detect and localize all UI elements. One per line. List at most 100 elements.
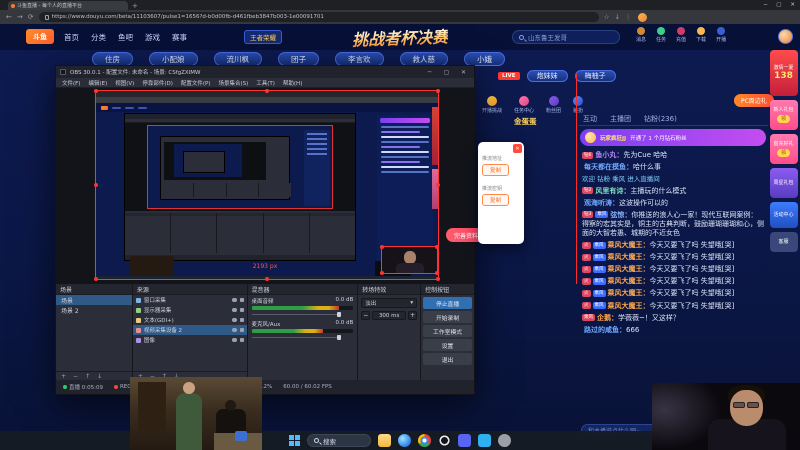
- scenes-toolbar-button[interactable]: ↓: [97, 373, 102, 380]
- promo-card[interactable]: 客服: [769, 232, 798, 252]
- nav-item[interactable]: 赛事: [172, 32, 187, 43]
- taskbar-app-icon[interactable]: [478, 434, 491, 447]
- scene-row[interactable]: 场景: [56, 295, 132, 305]
- taskbar-search[interactable]: 搜索: [307, 434, 371, 447]
- obs-maximize-button[interactable]: ▢: [440, 69, 453, 76]
- reload-icon[interactable]: ⟳: [28, 13, 34, 21]
- taskbar-app-icon[interactable]: [418, 434, 431, 447]
- nav-item[interactable]: 分类: [91, 32, 106, 43]
- new-tab-button[interactable]: +: [132, 2, 138, 10]
- obs-minimize-button[interactable]: ─: [423, 69, 436, 76]
- claim-button[interactable]: 领: [776, 114, 790, 123]
- anchor-tool[interactable]: 粉丝团: [546, 96, 561, 114]
- volume-slider[interactable]: [251, 334, 354, 340]
- anchor-tool[interactable]: 开播挑战: [482, 96, 502, 114]
- promo-card[interactable]: 新人礼包 领: [769, 100, 798, 130]
- header-action[interactable]: 充值: [676, 27, 686, 43]
- volume-slider[interactable]: [251, 311, 354, 317]
- taskbar-app-icon[interactable]: [438, 434, 451, 447]
- url-box[interactable]: https://www.douyu.com/beta/11103607/puls…: [38, 12, 599, 22]
- popup-close-icon[interactable]: ✕: [513, 144, 522, 153]
- start-button[interactable]: [289, 435, 300, 446]
- nav-item-kog[interactable]: 王者荣耀: [244, 30, 282, 44]
- chat-username[interactable]: 乘风大魔王: [608, 265, 650, 273]
- obs-titlebar[interactable]: OBS 30.0.1 - 配置文件: 未命名 - 场景: CSfgZXlMW ─…: [56, 66, 474, 78]
- obs-menu-item[interactable]: 帮助(H): [283, 79, 302, 87]
- lock-icon[interactable]: [239, 338, 244, 342]
- obs-control-button[interactable]: 工作室模式: [423, 325, 472, 337]
- lock-icon[interactable]: [239, 308, 244, 312]
- source-row[interactable]: 视频采集设备 2: [132, 325, 247, 335]
- browser-tab[interactable]: 斗鱼直播 - 每个人的直播平台: [8, 1, 128, 10]
- nav-item[interactable]: 鱼吧: [118, 32, 133, 43]
- chat-username[interactable]: 乘风大魔王: [608, 289, 650, 297]
- chat-tab[interactable]: 钻粉(236): [644, 114, 677, 124]
- chat-username[interactable]: 每天都在摸鱼: [584, 163, 633, 171]
- chat-username[interactable]: 乘风大魔王: [608, 253, 650, 261]
- taskbar-app-icon[interactable]: [498, 434, 511, 447]
- obs-menu-item[interactable]: 视图(V): [115, 79, 134, 87]
- lock-icon[interactable]: [239, 328, 244, 332]
- obs-control-button[interactable]: 退出: [423, 353, 472, 365]
- source-row[interactable]: 显示器采集: [133, 305, 247, 315]
- scenes-toolbar-button[interactable]: +: [61, 373, 66, 380]
- chat-username[interactable]: 乘风大魔王: [608, 277, 650, 285]
- obs-preview[interactable]: 2193 px: [56, 88, 474, 284]
- nav-item[interactable]: 首页: [64, 32, 79, 43]
- obs-close-button[interactable]: ✕: [457, 69, 470, 76]
- scenes-toolbar-button[interactable]: −: [73, 373, 78, 380]
- visibility-eye-icon[interactable]: [231, 298, 237, 302]
- download-icon[interactable]: ↓: [614, 13, 619, 21]
- promo-card[interactable]: 首充好礼 领: [769, 134, 798, 164]
- room-tag[interactable]: 炮妹妹: [526, 70, 568, 82]
- douyu-logo[interactable]: 斗鱼: [26, 29, 54, 44]
- room-tag[interactable]: 住房: [92, 52, 133, 66]
- back-icon[interactable]: ←: [6, 13, 12, 21]
- chat-username[interactable]: 鱼小丸: [595, 151, 623, 159]
- visibility-eye-icon[interactable]: [231, 308, 237, 312]
- source-row[interactable]: 文本(GDI+): [133, 315, 247, 325]
- obs-menu-item[interactable]: 编辑(E): [88, 79, 107, 87]
- nav-item[interactable]: 游戏: [145, 32, 160, 43]
- chat-username[interactable]: 风里有诗: [595, 187, 630, 195]
- obs-control-button[interactable]: 设置: [423, 339, 472, 351]
- chat-username[interactable]: 弦惊: [610, 211, 631, 219]
- source-row[interactable]: 图像: [133, 335, 247, 345]
- browser-profile-avatar[interactable]: [638, 12, 648, 22]
- room-tag[interactable]: 流川枫: [213, 52, 262, 66]
- chat-tab[interactable]: 互动: [583, 114, 597, 124]
- chat-tab[interactable]: 主播团: [610, 114, 631, 124]
- promo-card[interactable]: 活动中心: [769, 202, 798, 228]
- promo-card[interactable]: 激情一夏 138: [769, 50, 798, 96]
- maximize-button[interactable]: ▢: [776, 2, 781, 8]
- minimize-button[interactable]: ─: [764, 2, 767, 8]
- duration-minus-button[interactable]: −: [361, 311, 371, 320]
- user-avatar[interactable]: [778, 29, 793, 44]
- obs-menu-item[interactable]: 场景集合(S): [218, 79, 248, 87]
- obs-menu-item[interactable]: 停靠部件(D): [142, 79, 173, 87]
- taskbar-app-icon[interactable]: [398, 434, 411, 447]
- obs-menu-item[interactable]: 配置文件(P): [181, 79, 211, 87]
- promo-card[interactable]: 周星礼包: [769, 168, 798, 198]
- obs-control-button[interactable]: 开始录制: [423, 311, 472, 323]
- site-search[interactable]: 山东鲁王发哥: [512, 30, 620, 44]
- header-action[interactable]: 下载: [696, 27, 706, 43]
- transition-select[interactable]: 淡出 ▾: [361, 298, 418, 308]
- chat-username[interactable]: 乘风大魔王: [608, 302, 650, 310]
- obs-preview-webcam-overlay[interactable]: [380, 245, 439, 275]
- visibility-eye-icon[interactable]: [231, 338, 237, 342]
- obs-control-button[interactable]: 停止直播: [423, 297, 472, 309]
- lock-icon[interactable]: [239, 298, 244, 302]
- pc-client-badge[interactable]: PC周边礼: [734, 94, 774, 107]
- room-tag[interactable]: 李言欢: [335, 52, 384, 66]
- visibility-eye-icon[interactable]: [231, 328, 237, 332]
- header-action[interactable]: 消息: [636, 27, 646, 43]
- anchor-tool[interactable]: 任务中心: [514, 96, 534, 114]
- taskbar-app-icon[interactable]: [458, 434, 471, 447]
- obs-menu-item[interactable]: 文件(F): [62, 79, 80, 87]
- room-tag[interactable]: 小娥: [464, 52, 505, 66]
- header-action[interactable]: 任务: [656, 27, 666, 43]
- lock-icon[interactable]: [239, 318, 244, 322]
- visibility-eye-icon[interactable]: [231, 318, 237, 322]
- source-row[interactable]: 窗口采集: [133, 295, 247, 305]
